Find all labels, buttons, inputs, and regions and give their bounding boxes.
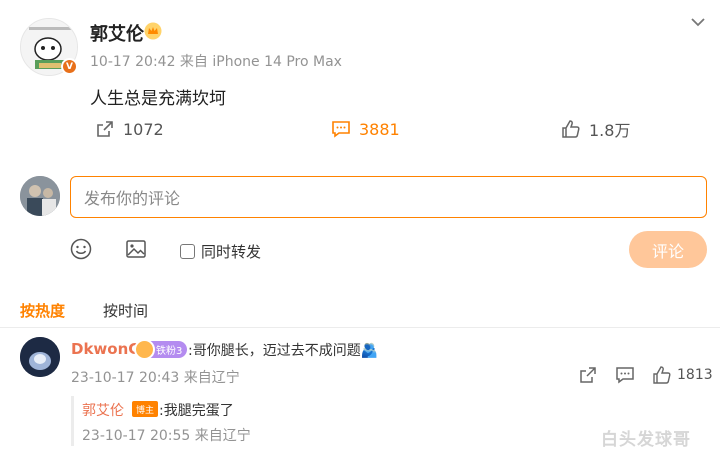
comment-count: 3881 [359,119,400,139]
verified-badge-icon: V [61,58,78,75]
current-user-avatar[interactable] [20,176,60,216]
reply-author-name[interactable]: 郭艾伦 [82,400,124,420]
like-action[interactable]: 1.8万 [561,118,630,140]
chevron-down-icon[interactable] [688,12,708,32]
thumbs-up-icon [562,120,580,138]
repost-count: 1072 [123,119,164,139]
commenter-name[interactable]: DkwonC [71,340,139,358]
sort-by-time-tab[interactable]: 按时间 [103,300,148,321]
post-content: 人生总是充满坎坷 [90,89,226,109]
comment-reply-icon[interactable] [615,365,635,385]
image-icon[interactable] [125,238,147,260]
divider [0,327,720,328]
author-badge: 博主 [132,401,159,417]
repost-also-label: 同时转发 [201,243,262,261]
comment-repost-icon[interactable] [578,365,598,385]
reply-time: 23-10-17 20:55 来自辽宁 [82,428,251,444]
fan-level-label: 铁粉3 [156,346,183,357]
watermark: 白头发球哥 [601,430,691,450]
post-meta: 10-17 20:42 来自 iPhone 14 Pro Max [90,54,342,70]
reply-indent-bar [71,396,74,446]
repost-also-checkbox[interactable]: 同时转发 [180,241,261,262]
fan-badge-icon [134,339,155,360]
fan-level-badge: 铁粉3 [134,339,188,360]
comment-action[interactable]: 3881 [331,118,400,140]
comment-time: 23-10-17 20:43 来自辽宁 [71,370,240,386]
checkbox-box[interactable] [180,244,195,259]
crown-badge-icon [144,22,162,40]
comment-text: :哥你腿长，迈过去不成问题🫂 [188,343,379,359]
post-author-name[interactable]: 郭艾伦 [90,20,144,46]
comment-icon [332,121,350,138]
emoji-icon[interactable] [70,238,92,260]
submit-comment-button[interactable]: 评论 [629,231,707,268]
comment-input-placeholder: 发布你的评论 [84,189,181,208]
comment-like-count: 1813 [677,367,713,383]
commenter-avatar[interactable] [20,337,60,377]
repost-action[interactable]: 1072 [95,118,164,140]
reply-text: :我腿完蛋了 [159,403,234,419]
repost-icon [97,121,113,137]
comment-like-icon[interactable] [652,365,672,385]
comment-input[interactable]: 发布你的评论 [70,176,707,218]
like-count: 1.8万 [589,121,631,140]
sort-by-hot-tab[interactable]: 按热度 [20,300,65,321]
